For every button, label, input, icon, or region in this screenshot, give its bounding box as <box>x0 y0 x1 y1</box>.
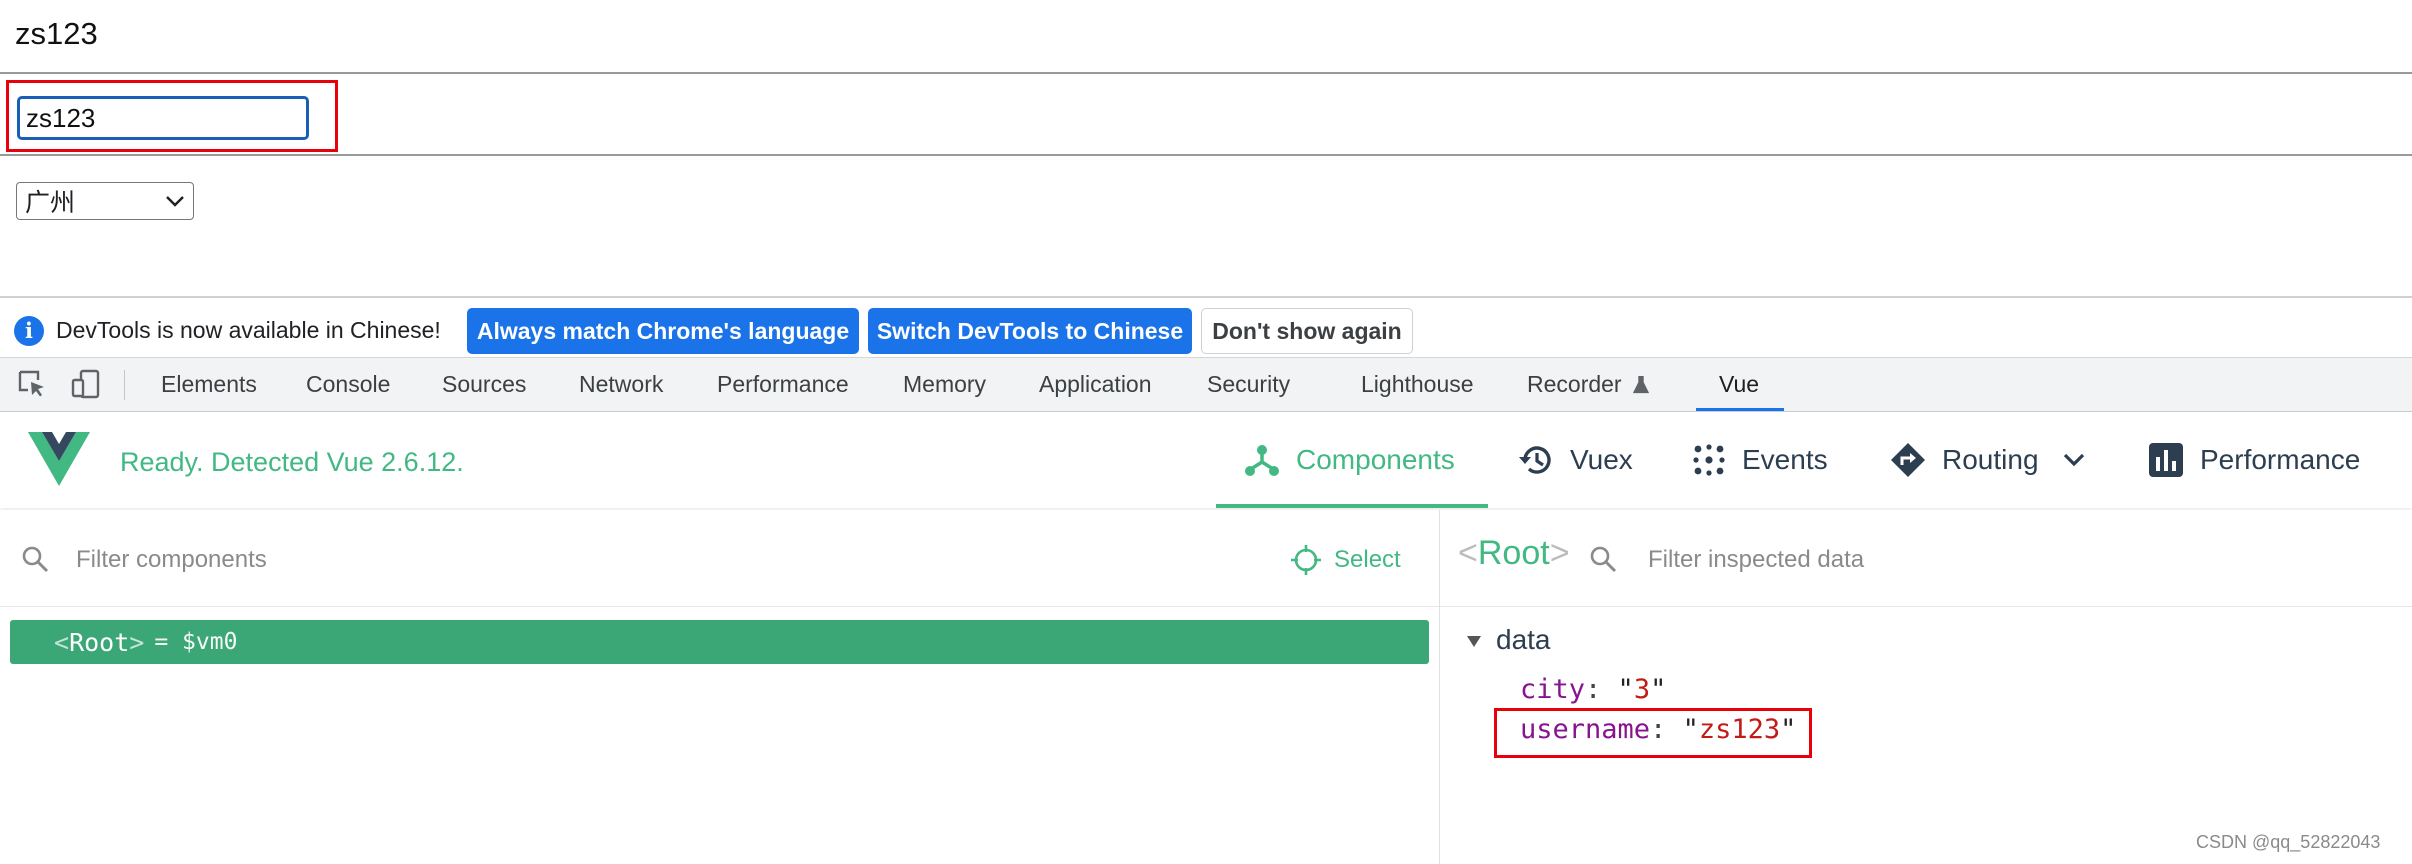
tab-application[interactable]: Application <box>1039 358 1152 411</box>
infobar-message: DevTools is now available in Chinese! <box>56 317 441 343</box>
select-component-button[interactable]: Select <box>1290 540 1401 580</box>
events-icon <box>1693 444 1725 476</box>
active-tab-indicator <box>1696 408 1784 411</box>
history-icon <box>1519 446 1551 474</box>
property-value: zs123 <box>1698 714 1781 745</box>
quote: " <box>1780 714 1797 745</box>
vue-devtools-header: Ready. Detected Vue 2.6.12. Components V… <box>0 412 2412 508</box>
property-value: 3 <box>1633 674 1651 705</box>
tab-recorder-label: Recorder <box>1527 371 1622 397</box>
tab-network[interactable]: Network <box>579 358 663 411</box>
select-component-label: Select <box>1334 546 1401 573</box>
filter-inspected-data-input[interactable]: Filter inspected data <box>1648 546 1864 574</box>
vue-logo-icon <box>28 432 90 486</box>
watermark-text: CSDN @qq_52822043 <box>2196 832 2381 852</box>
nav-components[interactable]: Components <box>1244 412 1455 508</box>
property-key: username <box>1520 714 1651 745</box>
tag-close-bracket: > <box>129 627 145 657</box>
info-icon: i <box>14 316 44 346</box>
tab-sources[interactable]: Sources <box>442 358 526 411</box>
data-section-label[interactable]: data <box>1496 624 1551 656</box>
component-name: Root <box>69 627 130 657</box>
performance-chart-icon <box>2149 443 2183 477</box>
nav-events[interactable]: Events <box>1692 412 1828 508</box>
active-nav-indicator <box>1216 504 1488 508</box>
components-icon <box>1245 445 1279 476</box>
nav-events-label: Events <box>1742 444 1828 475</box>
nav-components-label: Components <box>1296 444 1455 475</box>
tab-console[interactable]: Console <box>306 358 390 411</box>
tag-close-bracket: > <box>1549 534 1570 572</box>
quote: " <box>1617 674 1634 705</box>
crosshair-icon <box>1291 545 1321 575</box>
nav-vuex[interactable]: Vuex <box>1516 412 1633 508</box>
inspected-component-name: Root <box>1477 534 1550 572</box>
devtools-tab-bar: Elements Console Sources Network Perform… <box>0 358 2412 412</box>
tab-recorder[interactable]: Recorder <box>1527 358 1650 411</box>
filter-components-input[interactable]: Filter components <box>76 546 267 574</box>
devtools-panel: i DevTools is now available in Chinese! … <box>0 296 2412 864</box>
tab-security[interactable]: Security <box>1207 358 1290 411</box>
quote: " <box>1650 674 1667 705</box>
city-select[interactable]: 广州 <box>16 182 194 220</box>
tab-elements[interactable]: Elements <box>161 358 257 411</box>
username-display-text: zs123 <box>15 16 98 51</box>
tag-open-bracket: < <box>1458 534 1478 572</box>
always-match-language-button[interactable]: Always match Chrome's language <box>467 308 859 354</box>
dont-show-again-button[interactable]: Don't show again <box>1201 308 1413 354</box>
search-icon <box>22 546 49 573</box>
data-property-username[interactable]: username: "zs123" <box>1520 714 1796 745</box>
tab-memory[interactable]: Memory <box>903 358 986 411</box>
data-property-city[interactable]: city: "3" <box>1520 674 1666 705</box>
component-tree-row-root[interactable]: < Root > = $vm0 <box>10 620 1429 664</box>
quote: " <box>1682 714 1699 745</box>
experiment-flask-icon <box>1632 375 1649 393</box>
chevron-down-icon <box>166 196 184 207</box>
divider <box>1440 606 2412 607</box>
username-input[interactable] <box>17 96 309 140</box>
vm-reference: = $vm0 <box>154 629 238 655</box>
component-tree-pane: Filter components Select < Root > = $vm0 <box>0 510 1439 864</box>
inspected-component-title: <Root> <box>1458 534 1570 573</box>
tab-vue[interactable]: Vue <box>1719 358 1759 411</box>
tab-lighthouse[interactable]: Lighthouse <box>1361 358 1474 411</box>
inspector-pane: <Root> Filter inspected data data city: … <box>1440 510 2412 864</box>
toolbar-separator <box>124 370 125 400</box>
city-select-value: 广州 <box>25 189 76 217</box>
switch-to-chinese-button[interactable]: Switch DevTools to Chinese <box>868 308 1192 354</box>
tag-open-bracket: < <box>54 627 70 657</box>
nav-performance[interactable]: Performance <box>2148 412 2360 508</box>
inspect-element-icon[interactable] <box>16 368 48 400</box>
property-colon: : <box>1585 674 1618 705</box>
horizontal-rule <box>0 72 2412 74</box>
vue-status-text: Ready. Detected Vue 2.6.12. <box>120 447 464 477</box>
nav-performance-label: Performance <box>2200 444 2361 475</box>
property-key: city <box>1520 674 1586 705</box>
divider <box>0 606 1439 607</box>
nav-vuex-label: Vuex <box>1570 444 1633 475</box>
chevron-down-icon <box>2063 453 2084 467</box>
device-toolbar-icon[interactable] <box>70 368 102 400</box>
collapse-triangle-icon[interactable] <box>1466 634 1482 648</box>
horizontal-rule <box>0 154 2412 156</box>
tab-performance[interactable]: Performance <box>717 358 849 411</box>
language-infobar: i DevTools is now available in Chinese! … <box>0 300 2412 358</box>
search-icon <box>1590 546 1617 573</box>
nav-routing-label: Routing <box>1942 444 2039 475</box>
routing-icon <box>1891 443 1925 477</box>
nav-routing[interactable]: Routing <box>1890 412 2085 508</box>
property-colon: : <box>1650 714 1683 745</box>
